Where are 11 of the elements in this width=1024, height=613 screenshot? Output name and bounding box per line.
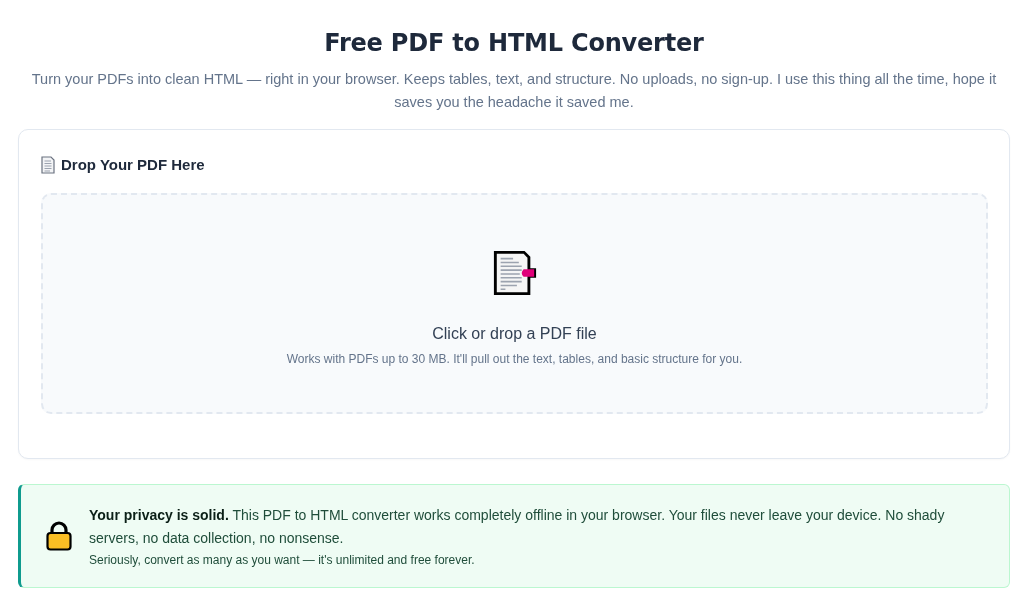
card-heading: Drop Your PDF Here bbox=[61, 155, 205, 175]
page-title: Free PDF to HTML Converter bbox=[323, 28, 705, 59]
document-icon bbox=[491, 249, 538, 297]
drop-zone[interactable]: Click or drop a PDF file Works with PDFs up to 30 MB. It'll pull out the text, tables, and basic structure for you. bbox=[41, 193, 988, 414]
lock-icon bbox=[46, 521, 72, 551]
privacy-note: Seriously, convert as many as you want — it's unlimited and free forever. bbox=[89, 552, 476, 568]
drop-prompt: Click or drop a PDF file bbox=[432, 324, 597, 344]
document-icon bbox=[41, 156, 55, 174]
page-subtitle: Turn your PDFs into clean HTML — right in your browser. Keeps tables, text, and structure. No uploads, no sign-up. I use this thing all the time, hope it saves you the headache it saved me. bbox=[30, 70, 998, 112]
drop-hint: Works with PDFs up to 30 MB. It'll pull out the text, tables, and basic structure for you. bbox=[286, 351, 743, 367]
privacy-message: Your privacy is solid. This PDF to HTML converter works completely offline in your browser. Your files never leave your device. No shady servers, no data collection, no nonsense. bbox=[89, 506, 946, 548]
